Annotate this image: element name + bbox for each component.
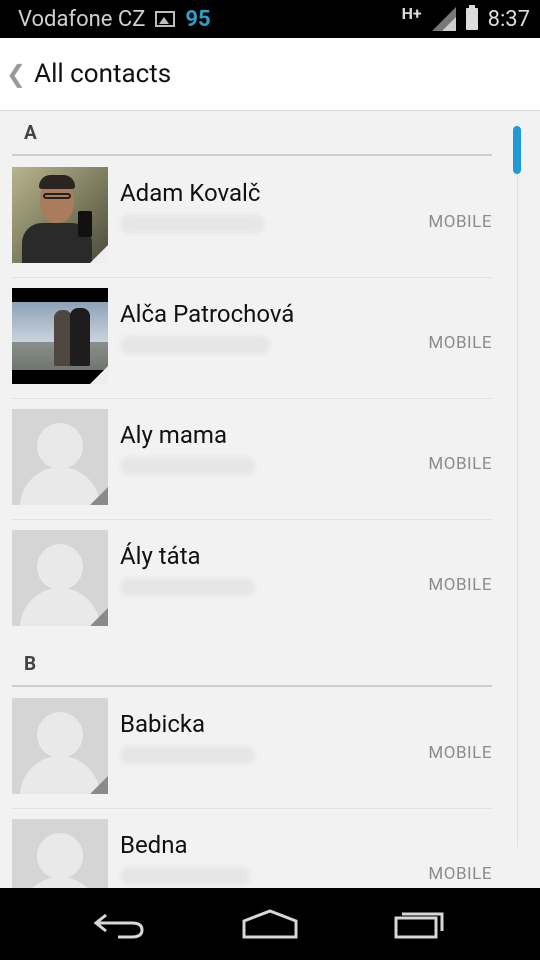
contact-row-babicka[interactable]: Babicka MOBILE bbox=[12, 688, 492, 809]
back-icon bbox=[93, 913, 144, 939]
signal-icon bbox=[431, 7, 456, 31]
contact-row-adam[interactable]: Adam Kovalč MOBILE bbox=[12, 157, 492, 278]
contact-name: Alča Patrochová bbox=[120, 300, 295, 328]
phone-type-label: MOBILE bbox=[428, 333, 492, 353]
battery-icon bbox=[465, 5, 478, 30]
contact-photo[interactable] bbox=[12, 167, 108, 263]
notification-count: 95 bbox=[185, 6, 211, 32]
navigation-bar bbox=[0, 888, 540, 960]
fast-scroll-thumb[interactable] bbox=[513, 126, 521, 174]
contact-row-aly-tata[interactable]: Ály táta MOBILE bbox=[12, 520, 492, 641]
section-header-b: B bbox=[12, 641, 492, 687]
phone-number-redacted bbox=[120, 336, 270, 354]
home-button[interactable] bbox=[210, 888, 330, 960]
network-type: H+ bbox=[401, 3, 422, 23]
carrier-name: Vodafone CZ bbox=[18, 6, 146, 32]
action-bar: ❮ All contacts bbox=[0, 38, 540, 111]
back-caret-icon[interactable]: ❮ bbox=[6, 60, 26, 88]
section-header-a: A bbox=[12, 110, 492, 156]
contact-row-bedna[interactable]: Bedna MOBILE bbox=[12, 809, 492, 888]
contact-list[interactable]: A Adam Kovalč MOBILE Alča Patrochová MOB… bbox=[0, 110, 540, 888]
contact-name: Babicka bbox=[120, 710, 206, 738]
phone-number-redacted bbox=[120, 746, 255, 764]
contact-row-aly-mama[interactable]: Aly mama MOBILE bbox=[12, 399, 492, 520]
page-title[interactable]: All contacts bbox=[34, 59, 171, 89]
default-contact-picture[interactable] bbox=[12, 819, 108, 888]
phone-type-label: MOBILE bbox=[428, 575, 492, 595]
gallery-notification-icon bbox=[155, 11, 176, 27]
default-contact-picture[interactable] bbox=[12, 530, 108, 626]
contact-photo[interactable] bbox=[12, 288, 108, 384]
phone-number-redacted bbox=[120, 457, 255, 475]
default-contact-picture[interactable] bbox=[12, 698, 108, 794]
phone-type-label: MOBILE bbox=[428, 864, 492, 884]
contact-name: Ály táta bbox=[120, 542, 201, 570]
status-bar: Vodafone CZ 95 H+ 8:37 bbox=[0, 0, 540, 38]
phone-type-label: MOBILE bbox=[428, 454, 492, 474]
phone-number-redacted bbox=[120, 867, 250, 885]
phone-type-label: MOBILE bbox=[428, 212, 492, 232]
contact-name: Adam Kovalč bbox=[120, 179, 261, 207]
back-button[interactable] bbox=[60, 888, 180, 960]
recent-apps-button[interactable] bbox=[360, 888, 480, 960]
clock: 8:37 bbox=[487, 6, 530, 32]
contact-name: Bedna bbox=[120, 831, 188, 859]
phone-type-label: MOBILE bbox=[428, 743, 492, 763]
recent-apps-icon bbox=[394, 912, 444, 939]
phone-number-redacted bbox=[120, 215, 265, 233]
home-icon bbox=[242, 909, 298, 939]
contact-name: Aly mama bbox=[120, 421, 228, 449]
phone-number-redacted bbox=[120, 578, 255, 596]
contact-row-alca[interactable]: Alča Patrochová MOBILE bbox=[12, 278, 492, 399]
default-contact-picture[interactable] bbox=[12, 409, 108, 505]
scroll-track[interactable] bbox=[517, 123, 518, 847]
